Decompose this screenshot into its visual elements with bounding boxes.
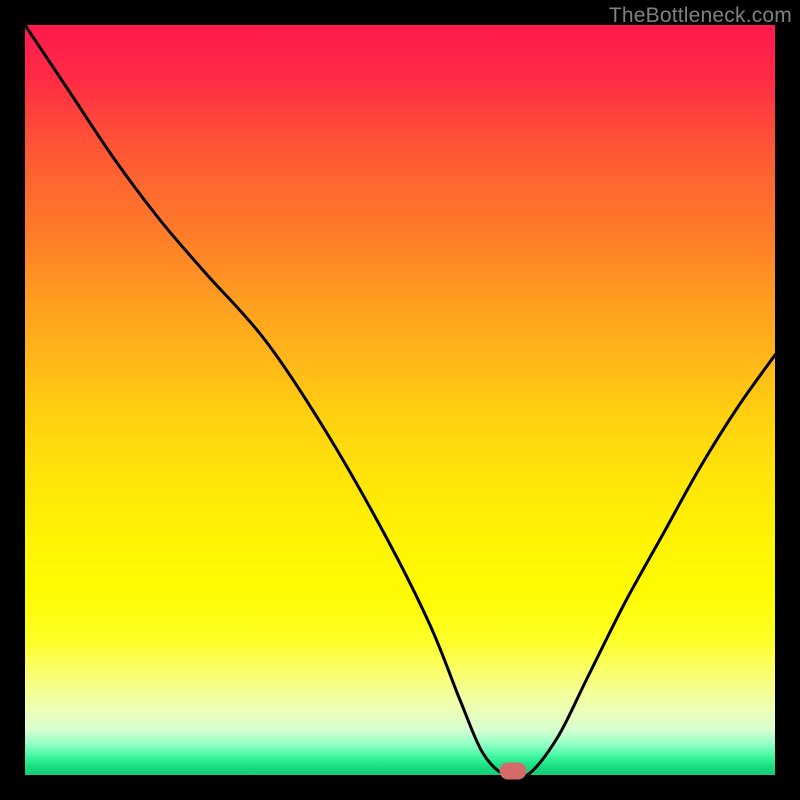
optimal-point-marker	[499, 762, 526, 779]
chart-frame: TheBottleneck.com	[0, 0, 800, 800]
bottleneck-curve	[25, 25, 775, 775]
watermark-text: TheBottleneck.com	[609, 4, 792, 28]
plot-area	[25, 25, 775, 775]
